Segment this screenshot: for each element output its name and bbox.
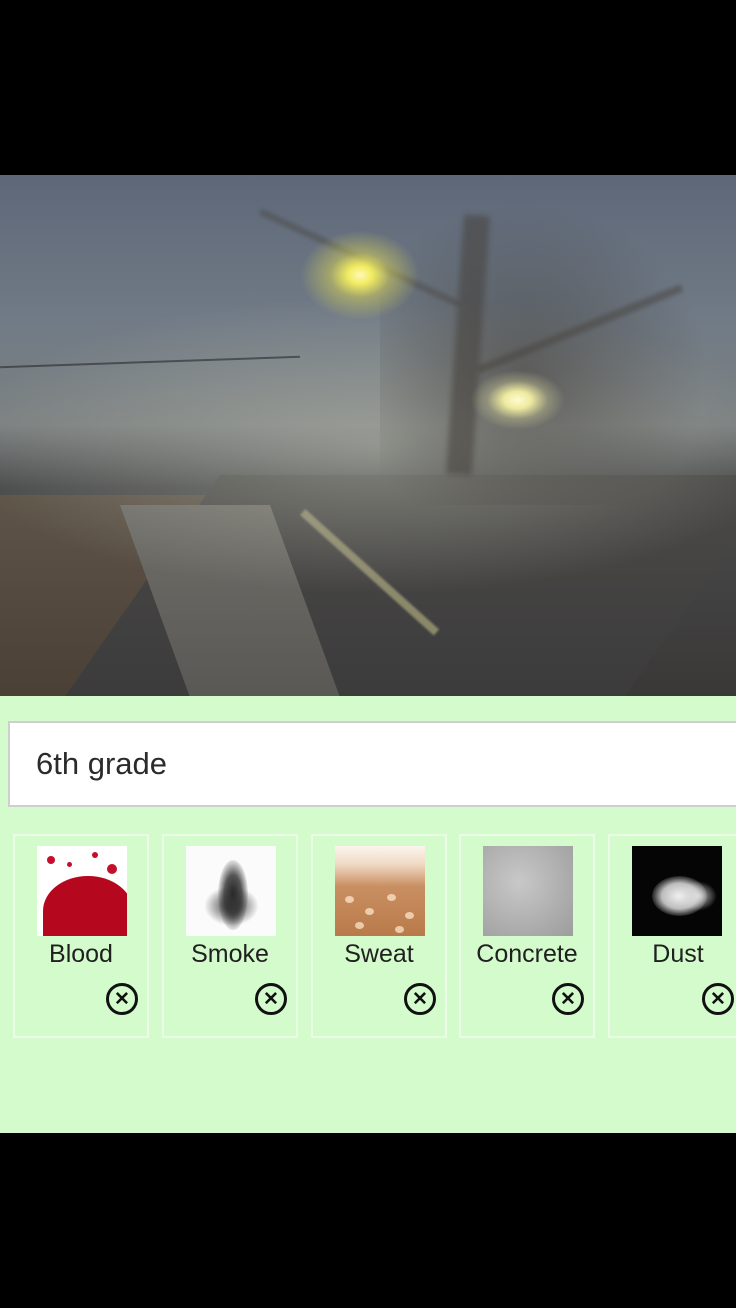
- effect-label: Smoke: [191, 940, 269, 968]
- smoke-thumbnail: [186, 846, 276, 936]
- concrete-thumbnail: [483, 846, 573, 936]
- effect-label: Dust: [652, 940, 704, 968]
- text-input[interactable]: 6th grade: [8, 721, 736, 807]
- effects-panel: 6th grade Blood ✕ Smoke ✕ Sweat ✕ Concre…: [0, 696, 736, 1133]
- effect-label: Sweat: [344, 940, 414, 968]
- effect-label: Blood: [49, 940, 113, 968]
- blood-thumbnail: [37, 846, 127, 936]
- effect-chip-smoke[interactable]: Smoke ✕: [162, 834, 298, 1038]
- remove-icon[interactable]: ✕: [404, 983, 436, 1015]
- text-input-value: 6th grade: [36, 746, 167, 781]
- effect-chip-sweat[interactable]: Sweat ✕: [311, 834, 447, 1038]
- effect-chip-blood[interactable]: Blood ✕: [13, 834, 149, 1038]
- remove-icon[interactable]: ✕: [552, 983, 584, 1015]
- street-lamp-glow: [300, 230, 420, 320]
- remove-icon[interactable]: ✕: [255, 983, 287, 1015]
- street-lamp-glow: [470, 370, 565, 430]
- letterbox-top: [0, 0, 736, 175]
- dust-thumbnail: [632, 846, 722, 936]
- remove-icon[interactable]: ✕: [702, 983, 734, 1015]
- sweat-thumbnail: [335, 846, 425, 936]
- effect-chip-concrete[interactable]: Concrete ✕: [459, 834, 595, 1038]
- effect-chip-dust[interactable]: Dust ✕: [608, 834, 736, 1038]
- effect-label: Concrete: [476, 940, 578, 968]
- remove-icon[interactable]: ✕: [106, 983, 138, 1015]
- effect-chip-list: Blood ✕ Smoke ✕ Sweat ✕ Concrete ✕ Dust …: [0, 834, 736, 1040]
- foggy-street-photo: [0, 175, 736, 696]
- letterbox-bottom: [0, 1133, 736, 1308]
